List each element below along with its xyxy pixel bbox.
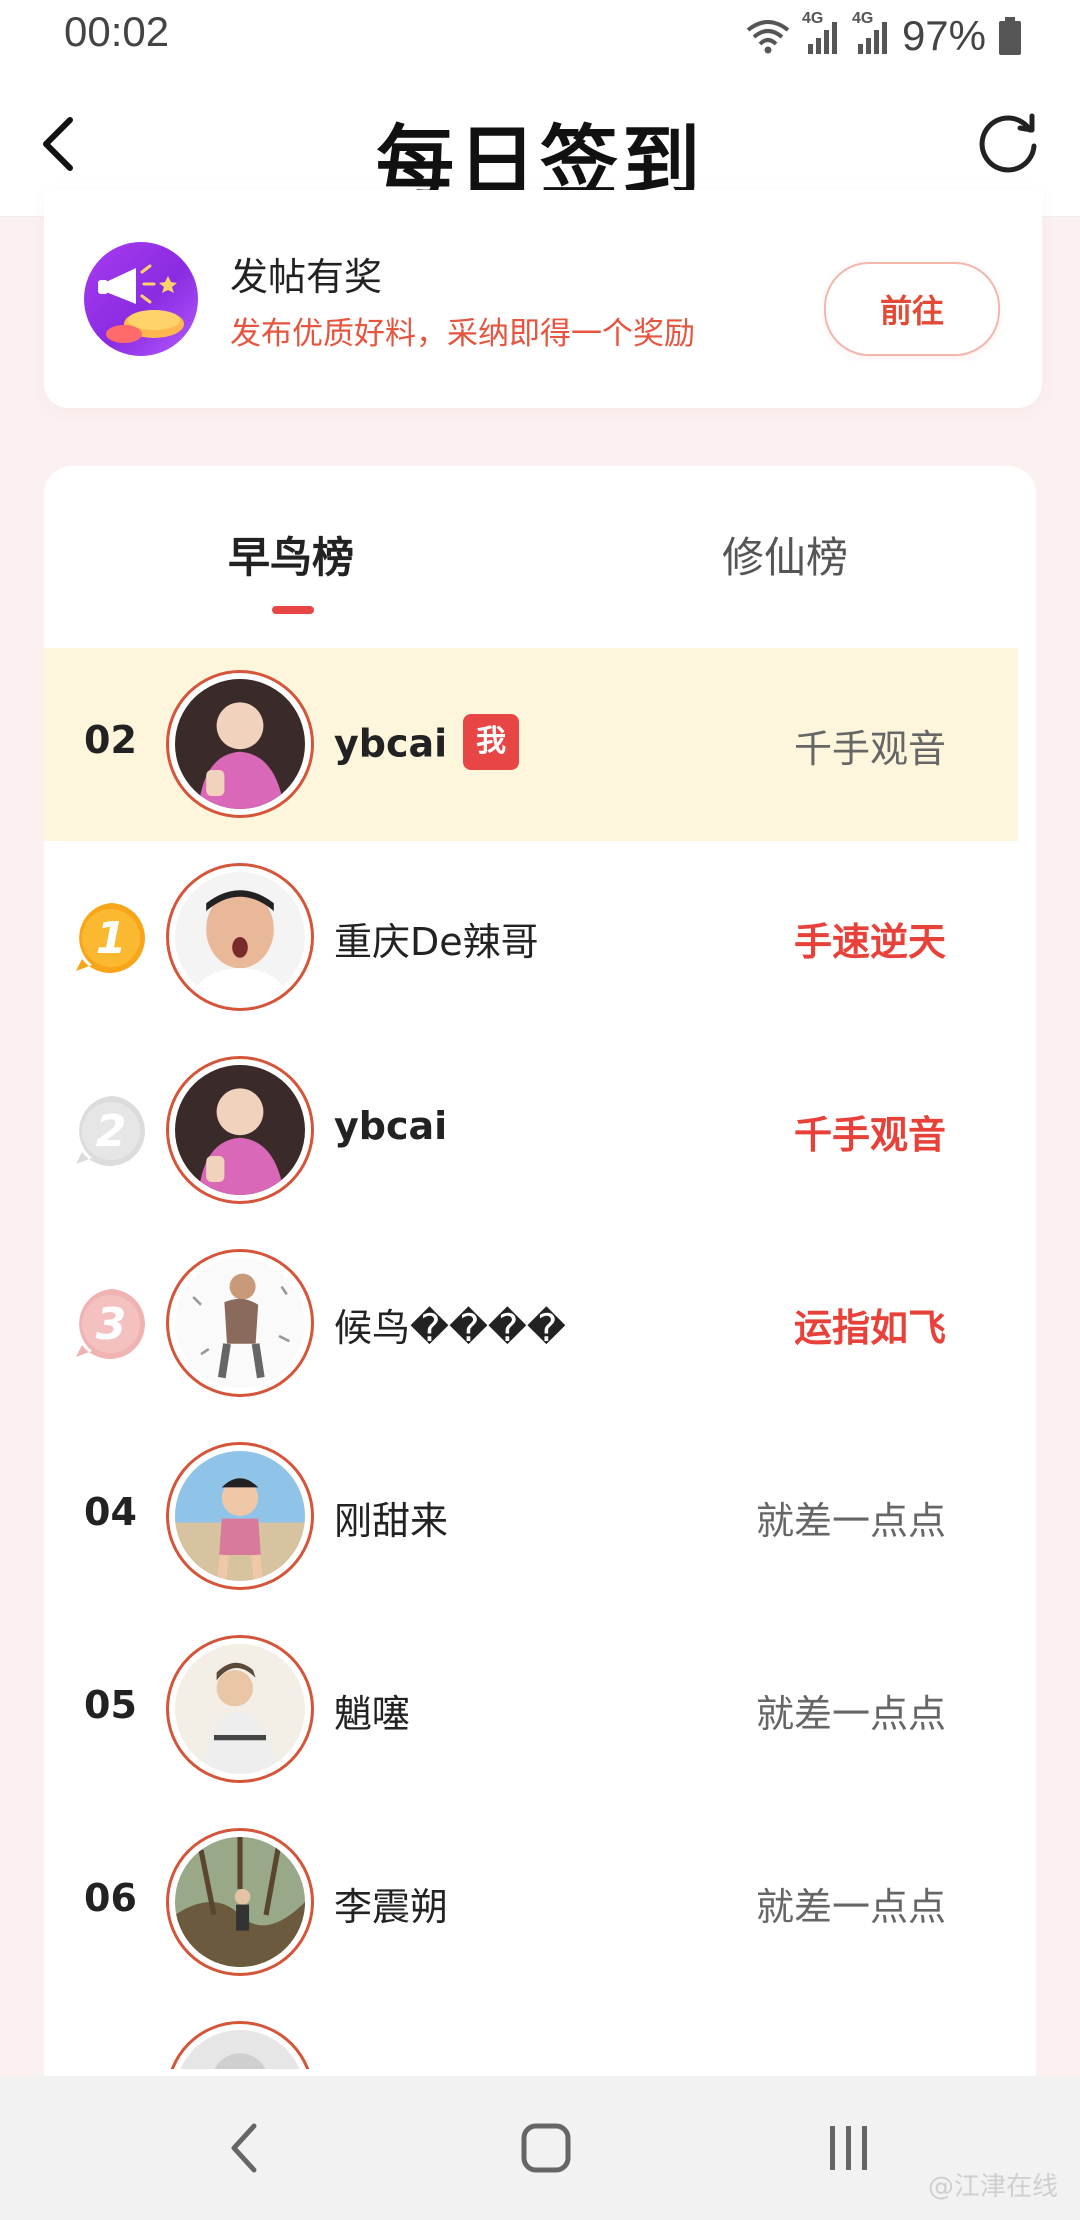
medal-label: 2: [96, 1106, 127, 1157]
chevron-left-icon: [231, 2123, 257, 2173]
rank-title: 手速逆天: [793, 920, 946, 964]
rank-name: 候鸟����: [334, 1306, 566, 1350]
rank-name: 李震朔: [334, 1885, 449, 1929]
promo-card: 发帖有奖 发布优质好料，采纳即得一个奖励 前往: [44, 190, 1042, 408]
avatar-photo: [175, 872, 305, 1002]
silver-medal-icon: 2: [76, 1096, 145, 1166]
ranking-tabs: 早鸟榜 修仙榜: [44, 466, 1036, 646]
avatar[interactable]: [166, 1442, 314, 1590]
system-navigation-bar: @江津在线: [0, 2076, 1080, 2220]
rank-name: 重庆De辣哥: [334, 920, 539, 964]
refresh-button[interactable]: [972, 108, 1044, 180]
rank-number: 05: [84, 1683, 137, 1727]
status-time: 00:02: [64, 8, 170, 55]
avatar-photo: [175, 1837, 305, 1967]
rank-name: ybcai 我: [334, 714, 520, 774]
nav-home-button[interactable]: [506, 2112, 586, 2184]
rank-number: 06: [84, 1876, 137, 1920]
battery-icon: [999, 17, 1021, 55]
rank-row-4[interactable]: 04 刚甜来 就差一点点: [44, 1420, 1018, 1613]
rank-row-partial[interactable]: [44, 1999, 1018, 2069]
active-tab-indicator: [272, 606, 314, 614]
tab-immortal[interactable]: 修仙榜: [722, 524, 848, 585]
rank-number: 02: [84, 718, 137, 762]
rank-number: 04: [84, 1490, 137, 1534]
user-name: ybcai: [334, 721, 448, 766]
avatar-photo: [175, 1065, 305, 1195]
rank-title: 就差一点点: [755, 1499, 946, 1543]
bronze-medal-icon: 3: [76, 1289, 145, 1359]
avatar-photo: [175, 1258, 305, 1388]
promo-subtitle: 发布优质好料，采纳即得一个奖励: [230, 316, 695, 352]
go-button[interactable]: 前往: [824, 262, 1000, 356]
signal-icon: 4G: [852, 10, 890, 56]
ranking-list: 02 ybcai 我 千手观音 1 重庆De辣哥 手速逆天 2 ybcai 千手…: [44, 648, 1018, 2069]
avatar-photo: [175, 1644, 305, 1774]
watermark: @江津在线: [927, 2172, 1058, 2202]
rank-row-2[interactable]: 2 ybcai 千手观音: [44, 1034, 1018, 1227]
rank-row-5[interactable]: 05 魈噻 就差一点点: [44, 1613, 1018, 1806]
nav-back-button[interactable]: [204, 2112, 284, 2184]
avatar[interactable]: [166, 670, 314, 818]
avatar[interactable]: [166, 1828, 314, 1976]
promo-title: 发帖有奖: [230, 255, 383, 299]
medal-label: 1: [96, 913, 127, 964]
rank-row-1[interactable]: 1 重庆De辣哥 手速逆天: [44, 841, 1018, 1034]
recents-icon: [830, 2126, 867, 2170]
avatar-photo: [175, 2030, 305, 2069]
tab-early-bird[interactable]: 早鸟榜: [228, 524, 354, 585]
status-bar: 00:02 4G 4G 97%: [0, 0, 1080, 72]
avatar[interactable]: [166, 2021, 314, 2069]
home-square-icon: [521, 2123, 571, 2173]
wifi-icon: [746, 20, 790, 54]
my-rank-row[interactable]: 02 ybcai 我 千手观音: [44, 648, 1018, 841]
avatar-photo: [175, 679, 305, 809]
rank-row-3[interactable]: 3 候鸟���� 运指如飞: [44, 1227, 1018, 1420]
battery-percent: 97%: [901, 12, 986, 59]
rank-title: 就差一点点: [755, 1885, 946, 1929]
rank-name: 魈噻: [334, 1692, 411, 1736]
avatar[interactable]: [166, 1056, 314, 1204]
rank-title: 千手观音: [793, 727, 946, 771]
rank-row-6[interactable]: 06 李震朔 就差一点点: [44, 1806, 1018, 1999]
gold-medal-icon: 1: [76, 903, 145, 973]
megaphone-reward-icon: [84, 242, 198, 356]
ranking-card: 早鸟榜 修仙榜 02 ybcai 我 千手观音 1 重庆De辣哥 手速逆天 2 …: [44, 466, 1036, 2086]
avatar[interactable]: [166, 1249, 314, 1397]
rank-title: 千手观音: [793, 1113, 946, 1157]
avatar[interactable]: [166, 1635, 314, 1783]
me-badge: 我: [463, 714, 520, 770]
rank-name: 刚甜来: [334, 1499, 449, 1543]
rank-title: 运指如飞: [793, 1306, 946, 1350]
nav-recents-button[interactable]: [808, 2112, 888, 2184]
signal-icon: 4G: [802, 10, 840, 56]
status-indicators: 4G 4G 97%: [746, 10, 1022, 62]
avatar-photo: [175, 1451, 305, 1581]
rank-title: 就差一点点: [755, 1692, 946, 1736]
rank-name: ybcai: [334, 1104, 448, 1148]
medal-label: 3: [96, 1299, 127, 1350]
avatar[interactable]: [166, 863, 314, 1011]
refresh-icon: [979, 113, 1037, 173]
